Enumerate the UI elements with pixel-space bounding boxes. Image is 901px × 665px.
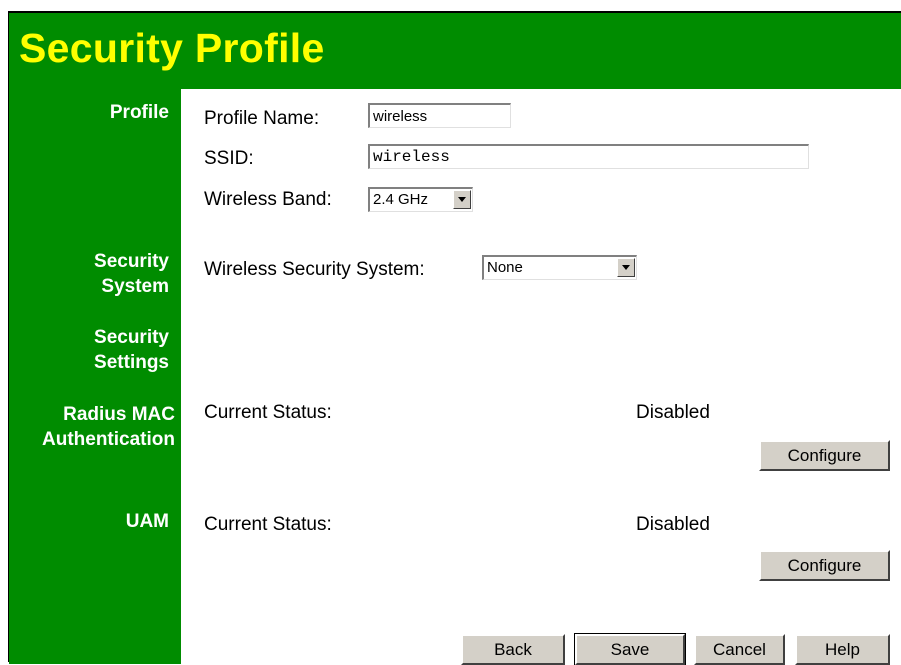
- security-system-label: Wireless Security System:: [204, 259, 425, 280]
- header-bar: Security Profile: [9, 13, 901, 89]
- radius-status-label: Current Status:: [204, 402, 332, 423]
- radius-status-value: Disabled: [636, 402, 710, 423]
- radius-configure-button[interactable]: Configure: [759, 440, 890, 471]
- back-button[interactable]: Back: [461, 634, 565, 665]
- sidebar-label-line: System: [101, 276, 169, 297]
- wireless-band-value: 2.4 GHz: [373, 191, 429, 208]
- sidebar-label-security-settings: Security Settings: [94, 325, 169, 375]
- sidebar-label-line: Authentication: [42, 429, 175, 450]
- uam-status-label: Current Status:: [204, 514, 332, 535]
- security-system-select[interactable]: None: [482, 255, 637, 280]
- chevron-down-icon[interactable]: [617, 258, 635, 277]
- main-content: Profile Name: wireless SSID: wireless Wi…: [181, 89, 901, 665]
- sidebar-label-profile: Profile: [109, 102, 169, 123]
- wireless-band-select[interactable]: 2.4 GHz: [368, 187, 473, 212]
- sidebar-label-uam: UAM: [125, 511, 169, 532]
- help-button[interactable]: Help: [795, 634, 890, 665]
- ssid-input[interactable]: wireless: [368, 144, 809, 169]
- sidebar-label-radius-mac: Radius MAC Authentication: [42, 402, 175, 452]
- security-system-value: None: [487, 259, 523, 276]
- sidebar-label-line: Security: [94, 327, 169, 348]
- profile-name-label: Profile Name:: [204, 108, 320, 129]
- chevron-down-icon[interactable]: [453, 190, 471, 209]
- uam-configure-button[interactable]: Configure: [759, 550, 890, 581]
- security-profile-panel: Security Profile Profile Security System…: [8, 11, 901, 665]
- ssid-label: SSID:: [204, 148, 254, 169]
- sidebar-label-line: Settings: [94, 352, 169, 373]
- sidebar-label-security-system: Security System: [94, 249, 169, 299]
- page-title: Security Profile: [19, 25, 325, 71]
- uam-status-value: Disabled: [636, 514, 710, 535]
- wireless-band-label: Wireless Band:: [204, 189, 332, 210]
- save-button[interactable]: Save: [574, 633, 686, 665]
- cancel-button[interactable]: Cancel: [694, 634, 785, 665]
- sidebar-label-line: Radius MAC: [63, 404, 175, 425]
- sidebar-label-line: Security: [94, 251, 169, 272]
- sidebar: Profile Security System Security Setting…: [9, 89, 181, 664]
- profile-name-input[interactable]: wireless: [368, 103, 511, 128]
